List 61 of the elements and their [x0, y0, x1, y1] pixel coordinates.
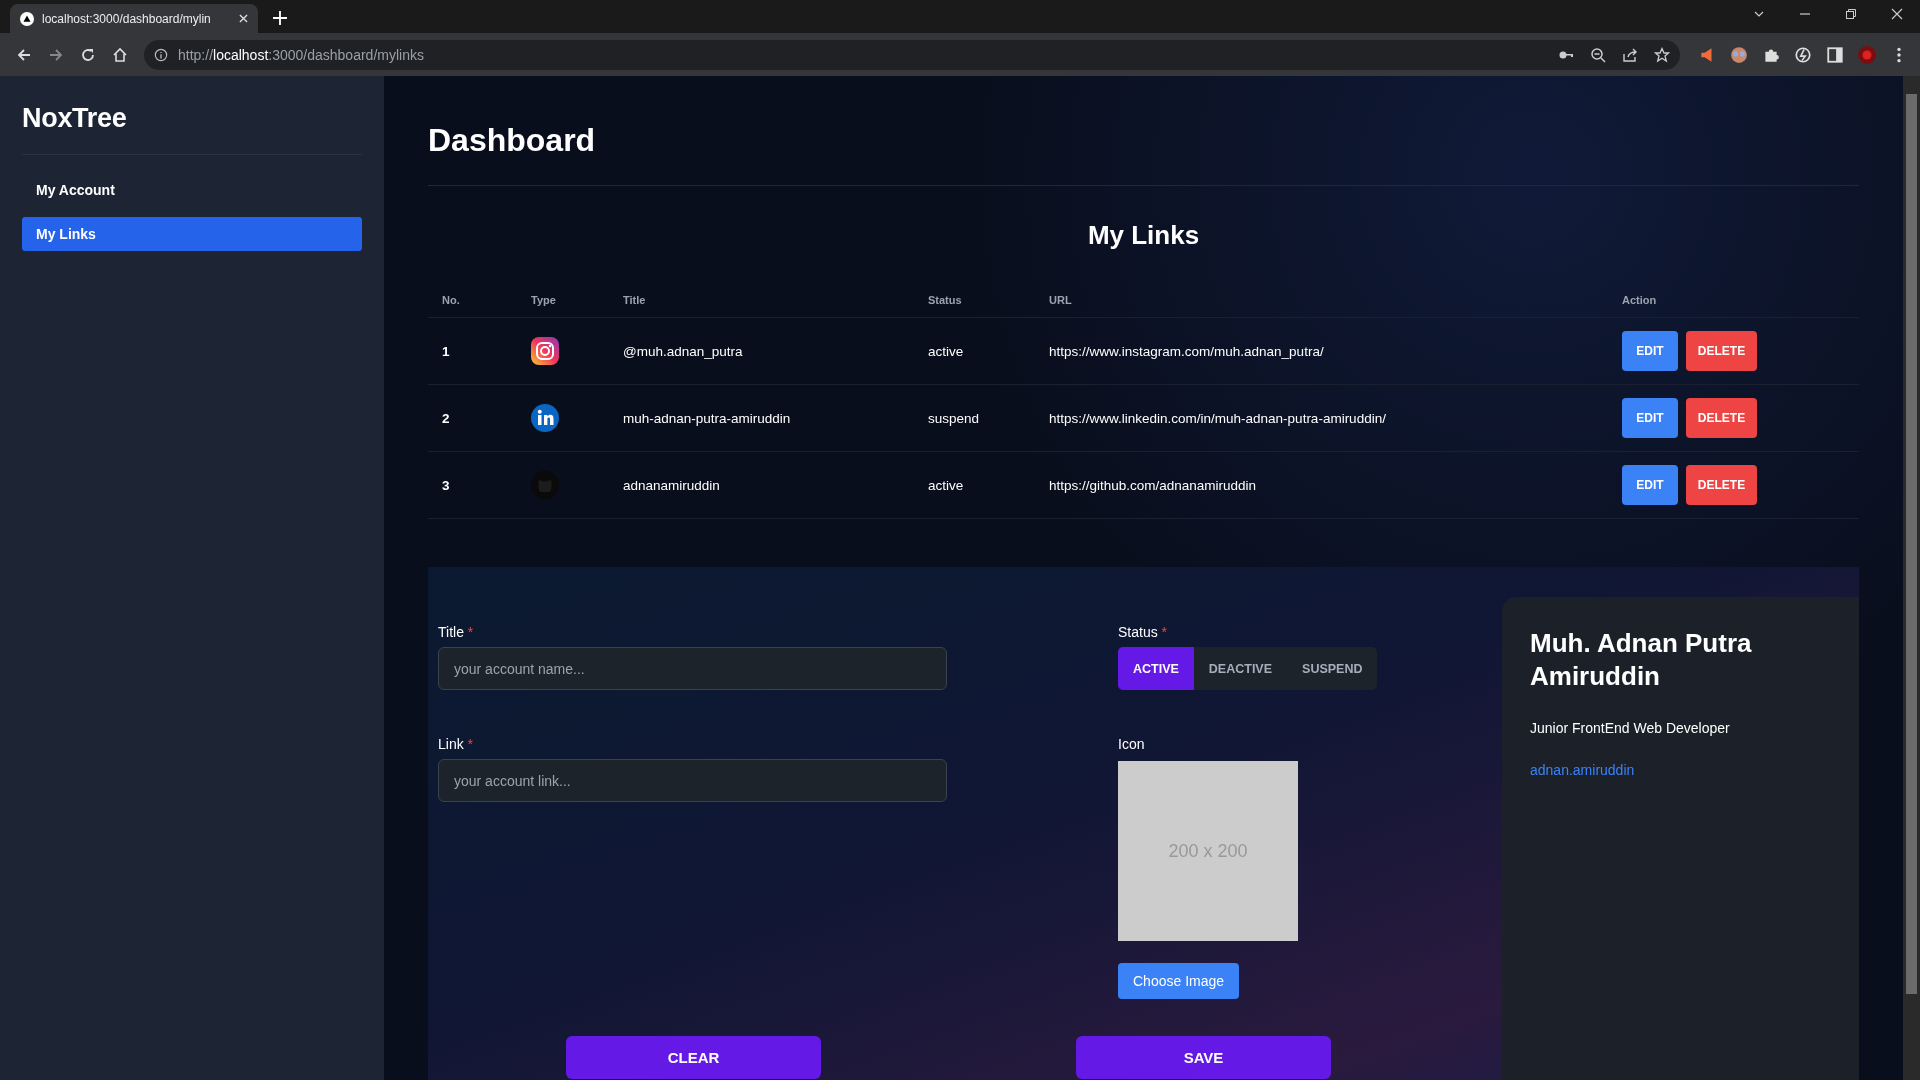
page-title: Dashboard [428, 76, 1859, 186]
star-icon[interactable] [1654, 46, 1670, 63]
scrollbar[interactable] [1903, 76, 1920, 1080]
table-cell-text: active [928, 477, 965, 493]
column-header: Title [623, 294, 647, 306]
table-cell-text: https://github.com/adnanamiruddin [1049, 477, 1258, 493]
table-cell-text: @muh.adnan_putra [623, 343, 744, 359]
zoom-out-icon[interactable] [1590, 46, 1606, 63]
profile-name: Muh. Adnan Putra Amiruddin [1530, 627, 1753, 692]
delete-button[interactable]: DELETE [1686, 331, 1757, 371]
table-cell-text: active [928, 343, 965, 359]
tab-title: localhost:3000/dashboard/mylin [42, 11, 212, 26]
leaf-icon[interactable] [1794, 45, 1812, 64]
delete-button[interactable]: DELETE [1686, 465, 1757, 505]
link-input[interactable]: your account link... [438, 759, 947, 802]
info-icon [154, 47, 168, 62]
address-bar[interactable]: http://localhost:3000/dashboard/mylinks [144, 39, 1680, 70]
edit-button[interactable]: EDIT [1622, 465, 1678, 505]
table-cell-text: 1 [442, 343, 451, 359]
side-panel-icon[interactable] [1826, 45, 1844, 64]
save-button[interactable]: SAVE [1076, 1036, 1331, 1079]
column-header: No. [442, 294, 461, 306]
field-label: Icon [1118, 736, 1145, 752]
field-label: Link * [438, 736, 475, 752]
column-header: Action [1622, 294, 1658, 306]
choose-image-button[interactable]: Choose Image [1118, 963, 1240, 999]
table-cell-text: https://www.instagram.com/muh.adnan_putra/ [1049, 343, 1325, 359]
column-header: URL [1049, 294, 1073, 306]
brand-title: NoxTree [22, 103, 362, 155]
status-option[interactable]: ACTIVE [1118, 647, 1194, 690]
table-cell-text: adnanamiruddin [623, 477, 721, 493]
status-option[interactable]: DEACTIVE [1193, 647, 1288, 690]
status-option[interactable]: SUSPEND [1287, 647, 1378, 690]
avatar-icon[interactable] [1858, 45, 1876, 64]
profile-link[interactable]: adnan.amiruddin [1530, 762, 1831, 778]
table-cell-text: https://www.linkedin.com/in/muh-adnan-putra-amiruddin/ [1049, 410, 1387, 426]
edit-button[interactable]: EDIT [1622, 331, 1678, 371]
profile-role: Junior FrontEnd Web Developer [1530, 720, 1731, 736]
edit-button[interactable]: EDIT [1622, 398, 1678, 438]
sidebar-item[interactable]: My Links [22, 217, 362, 251]
close-icon[interactable] [239, 14, 248, 23]
share-icon[interactable] [1622, 46, 1638, 63]
network-icon [531, 404, 559, 432]
table-cell-text: 3 [442, 477, 451, 493]
plus-icon[interactable] [273, 11, 287, 25]
table-cell-text: muh-adnan-putra-amiruddin [623, 410, 792, 426]
camera-icon [531, 337, 559, 365]
table-cell-text: suspend [928, 410, 981, 426]
table-cell-text: 2 [442, 410, 451, 426]
title-input[interactable]: your account name... [438, 647, 947, 690]
column-header: Type [531, 294, 557, 306]
field-label: Status * [1118, 624, 1168, 640]
field-label: Title * [438, 624, 475, 640]
sidebar-item[interactable]: My Account [22, 173, 362, 207]
section-title: My Links [1086, 220, 1201, 251]
face-mask-icon[interactable] [1730, 45, 1748, 64]
delete-button[interactable]: DELETE [1686, 398, 1757, 438]
address-text: http://localhost:3000/dashboard/mylinks [178, 46, 424, 63]
column-header: Status [928, 294, 963, 306]
clear-button[interactable]: CLEAR [566, 1036, 821, 1079]
browser-tab[interactable]: localhost:3000/dashboard/mylin [10, 4, 258, 33]
